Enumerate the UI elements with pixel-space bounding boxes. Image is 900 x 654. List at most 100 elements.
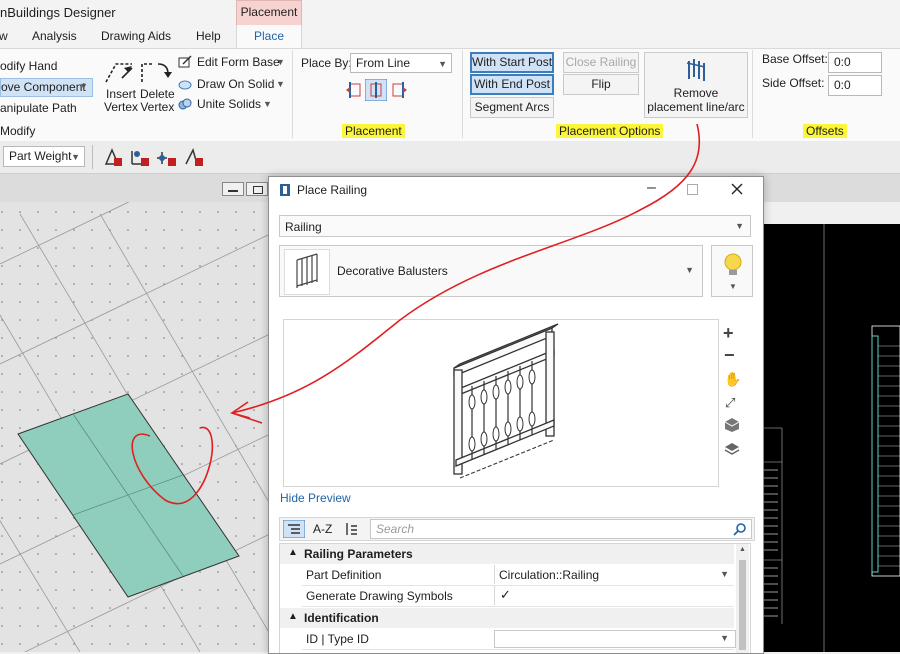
offsets-group-label-text: Offsets bbox=[803, 124, 847, 138]
railing-style-select[interactable]: Decorative Balusters ▼ bbox=[279, 245, 703, 297]
property-row: Part Definition Circulation::Railing ▼ bbox=[302, 565, 734, 586]
view-2d-canvas[interactable] bbox=[760, 224, 900, 652]
type-id-select[interactable]: ▼ bbox=[494, 630, 736, 648]
dialog-app-icon bbox=[280, 184, 290, 196]
modify-group-label: Modify bbox=[0, 124, 36, 138]
delete-vertex-button[interactable]: Delete Vertex bbox=[140, 88, 175, 114]
tab-drawing-aids[interactable]: Drawing Aids bbox=[101, 29, 171, 43]
placement-group-label: Placement bbox=[342, 124, 405, 138]
chevron-down-icon: ▼ bbox=[276, 79, 285, 89]
layers-icon[interactable] bbox=[724, 441, 740, 457]
remove-label: Remove placement line/arc bbox=[645, 86, 747, 114]
maximize-icon[interactable] bbox=[687, 184, 698, 195]
delete-vertex-icon[interactable] bbox=[138, 56, 172, 86]
zoom-in-icon[interactable]: + bbox=[723, 323, 734, 344]
categorized-view-icon[interactable] bbox=[283, 520, 305, 538]
justify-right-icon[interactable] bbox=[389, 80, 409, 100]
tab-help[interactable]: Help bbox=[196, 29, 221, 43]
draw-on-solid-icon bbox=[178, 80, 192, 90]
tab-place[interactable]: Place bbox=[236, 25, 302, 48]
preview-pane[interactable] bbox=[283, 319, 719, 487]
lightbulb-icon bbox=[724, 253, 742, 275]
move-component-button[interactable]: ove Component ▼ bbox=[0, 78, 93, 97]
draw-on-solid-button[interactable]: Draw On Solid bbox=[197, 77, 274, 91]
place-railing-dialog: Place Railing – Railing ▼ Decorative Bal… bbox=[268, 176, 764, 654]
part-definition-select[interactable]: Circulation::Railing ▼ bbox=[494, 565, 735, 584]
justify-center-icon[interactable] bbox=[365, 79, 387, 101]
side-offset-input[interactable]: 0:0 bbox=[828, 75, 882, 96]
property-name: Generate Drawing Symbols bbox=[306, 589, 453, 603]
property-search-input[interactable]: Search bbox=[370, 519, 752, 539]
chevron-down-icon: ▼ bbox=[276, 57, 285, 67]
view-restore-button[interactable] bbox=[246, 182, 268, 196]
generate-drawing-symbols-checkbox[interactable]: ✓ bbox=[494, 586, 735, 605]
lock-icon[interactable] bbox=[154, 146, 178, 168]
contextual-tab-header: Placement bbox=[236, 0, 302, 25]
with-end-post-toggle[interactable]: With End Post bbox=[470, 74, 554, 95]
insert-vertex-button[interactable]: Insert Vertex bbox=[104, 88, 138, 114]
segment-arcs-toggle[interactable]: Segment Arcs bbox=[470, 97, 554, 118]
chevron-down-icon: ▼ bbox=[685, 265, 694, 275]
collapse-triangle-icon[interactable]: ▲ bbox=[288, 547, 298, 558]
view-minimize-button[interactable] bbox=[222, 182, 244, 196]
property-name: Part Definition bbox=[306, 568, 382, 582]
close-railing-button[interactable]: Close Railing bbox=[563, 52, 639, 73]
hide-preview-link[interactable]: Hide Preview bbox=[280, 491, 351, 505]
category-railing-parameters[interactable]: ▲ Railing Parameters bbox=[280, 544, 734, 564]
floor-plan-drawing bbox=[760, 224, 900, 652]
minimize-icon[interactable]: – bbox=[647, 179, 656, 197]
view-cube-icon[interactable] bbox=[724, 417, 740, 433]
fit-view-icon[interactable]: ⤢ bbox=[725, 395, 735, 411]
pan-hand-icon[interactable]: ✋ bbox=[724, 371, 741, 388]
search-icon bbox=[733, 523, 746, 536]
sort-az-button[interactable]: A-Z bbox=[313, 522, 332, 536]
railing-remove-icon bbox=[686, 59, 706, 81]
property-filter-icon[interactable] bbox=[344, 521, 360, 537]
property-scrollbar[interactable]: ▲ bbox=[736, 544, 749, 653]
property-name: ID | Type ID bbox=[306, 632, 369, 646]
preview-scroll-stub bbox=[720, 467, 740, 481]
with-start-post-toggle[interactable]: With Start Post bbox=[470, 52, 554, 73]
move-component-label: ove Component bbox=[1, 80, 86, 94]
tab-analysis[interactable]: Analysis bbox=[32, 29, 77, 43]
unite-solids-button[interactable]: Unite Solids bbox=[197, 97, 261, 111]
tab-view[interactable]: w bbox=[0, 29, 8, 43]
railing-thumbnail-icon bbox=[296, 253, 318, 288]
railing-style-thumbnail bbox=[284, 249, 330, 295]
property-row: Generate Drawing Symbols ✓ bbox=[302, 586, 734, 607]
unite-solids-icon bbox=[178, 98, 192, 110]
check-icon: ✓ bbox=[500, 587, 511, 602]
part-weight-select[interactable]: Part Weight ▼ bbox=[3, 146, 85, 167]
category-identification[interactable]: ▲ Identification bbox=[280, 608, 734, 628]
lightbulb-button[interactable]: ▼ bbox=[711, 245, 753, 297]
manipulate-path-button[interactable]: anipulate Path bbox=[0, 101, 77, 115]
offsets-group-label: Offsets bbox=[803, 124, 847, 138]
collapse-triangle-icon[interactable]: ▲ bbox=[288, 611, 298, 622]
element-type-select[interactable]: Railing ▼ bbox=[279, 215, 751, 237]
category-label: Railing Parameters bbox=[304, 547, 413, 561]
zoom-out-icon[interactable]: − bbox=[724, 345, 735, 366]
ribbon-separator bbox=[752, 50, 753, 138]
lock-icon[interactable] bbox=[181, 146, 205, 168]
place-by-select[interactable]: From Line ▼ bbox=[350, 53, 452, 73]
view-3d-canvas[interactable] bbox=[0, 174, 270, 652]
base-offset-input[interactable]: 0:0 bbox=[828, 52, 882, 73]
edit-form-base-button[interactable]: Edit Form Base bbox=[197, 55, 280, 69]
chevron-down-icon: ▼ bbox=[79, 81, 88, 91]
flip-button[interactable]: Flip bbox=[563, 74, 639, 95]
category-label: Identification bbox=[304, 611, 379, 625]
grid-and-slab-drawing bbox=[0, 174, 270, 652]
modify-hand-button[interactable]: odify Hand bbox=[0, 59, 57, 73]
justify-left-icon[interactable] bbox=[344, 80, 364, 100]
ribbon-separator bbox=[292, 50, 293, 138]
search-placeholder: Search bbox=[376, 522, 415, 536]
lock-icon[interactable] bbox=[100, 146, 124, 168]
scroll-up-icon[interactable]: ▲ bbox=[739, 546, 746, 553]
railing-preview-image bbox=[453, 323, 559, 479]
close-icon[interactable] bbox=[731, 183, 743, 195]
lock-icon[interactable] bbox=[127, 146, 151, 168]
remove-placement-line-button[interactable]: Remove placement line/arc bbox=[644, 52, 748, 118]
scrollbar-thumb[interactable] bbox=[739, 560, 746, 650]
insert-vertex-icon[interactable] bbox=[102, 56, 136, 86]
chevron-down-icon: ▼ bbox=[720, 633, 729, 643]
